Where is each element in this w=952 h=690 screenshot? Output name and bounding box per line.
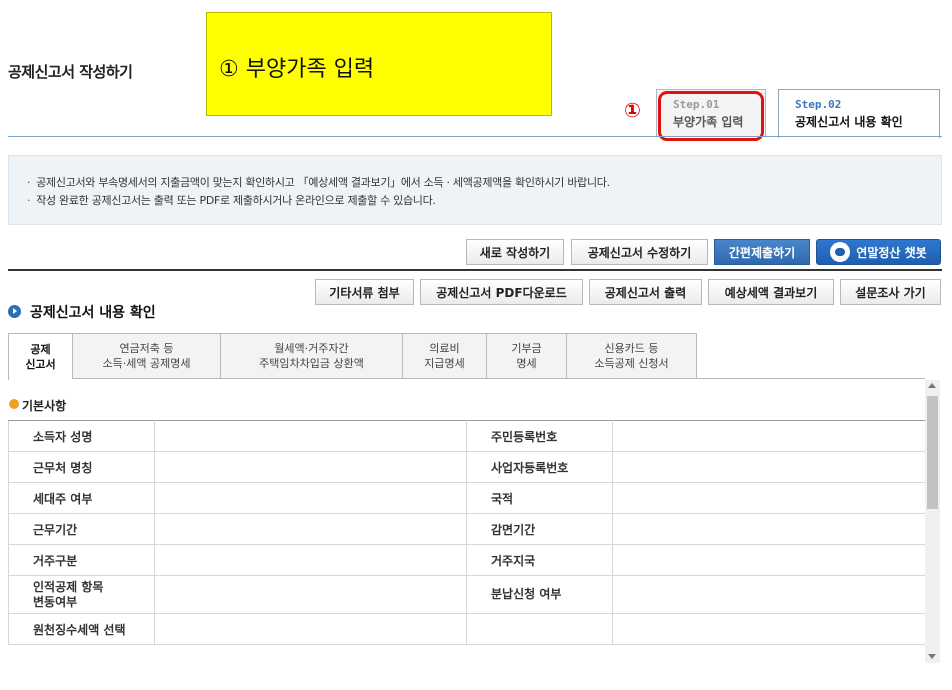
- tab-label: 소득·세액 공제명세: [102, 357, 191, 370]
- table-row: 세대주 여부 국적: [8, 482, 926, 514]
- tab-monthly-rent[interactable]: 월세액·거주자간주택임차차입금 상환액: [220, 333, 402, 379]
- field-value: [612, 451, 926, 483]
- scrollbar-thumb[interactable]: [927, 396, 938, 509]
- tab-label: 명세: [516, 357, 537, 370]
- annotation-number: ①: [624, 98, 641, 122]
- tab-donation[interactable]: 기부금명세: [486, 333, 566, 379]
- field-label: 감면기간: [466, 513, 613, 545]
- field-label: 원천징수세액 선택: [8, 613, 155, 645]
- tab-label: 월세액·거주자간: [274, 342, 349, 355]
- field-value: [154, 575, 467, 614]
- field-label-line: 변동여부: [33, 594, 78, 609]
- tab-label: 공제: [30, 343, 51, 356]
- step-label: 공제신고서 내용 확인: [795, 115, 903, 129]
- field-value: [612, 613, 926, 645]
- field-label: 인적공제 항목 변동여부: [8, 575, 155, 614]
- field-label: 근무기간: [8, 513, 155, 545]
- survey-button[interactable]: 설문조사 가기: [840, 279, 941, 305]
- field-label: 국적: [466, 482, 613, 514]
- tab-medical[interactable]: 의료비지급명세: [402, 333, 486, 379]
- pdf-download-button[interactable]: 공제신고서 PDF다운로드: [420, 279, 583, 305]
- field-value: [612, 544, 926, 576]
- field-value: [612, 420, 926, 452]
- step-number: Step.02: [795, 98, 842, 111]
- tab-label: 기부금: [511, 342, 542, 355]
- field-label: 소득자 성명: [8, 420, 155, 452]
- field-value: [154, 544, 467, 576]
- chatbot-label: 연말정산 챗봇: [856, 245, 927, 260]
- new-write-button[interactable]: 새로 작성하기: [466, 239, 564, 265]
- tab-label: 의료비: [429, 342, 460, 355]
- table-row: 근무처 명칭 사업자등록번호: [8, 451, 926, 483]
- notice-box: 공제신고서와 부속명세서의 지출금액이 맞는지 확인하시고 「예상세액 결과보기…: [8, 155, 942, 225]
- subsection-title: 기본사항: [22, 399, 67, 413]
- table-row: 인적공제 항목 변동여부 분납신청 여부: [8, 575, 926, 614]
- field-label: 거주구분: [8, 544, 155, 576]
- field-value: [154, 613, 467, 645]
- tabs-baseline: [697, 378, 925, 379]
- annotation-callout: ① 부양가족 입력: [206, 12, 552, 116]
- notice-line: 공제신고서와 부속명세서의 지출금액이 맞는지 확인하시고 「예상세액 결과보기…: [27, 174, 941, 192]
- scroll-down-arrow-icon[interactable]: [928, 654, 936, 659]
- table-row: 소득자 성명 주민등록번호: [8, 420, 926, 452]
- tab-label: 연금저축 등: [119, 342, 174, 355]
- notice-line: 작성 완료한 공제신고서는 출력 또는 PDF로 제출하시거나 온라인으로 제출…: [27, 192, 941, 210]
- field-label: 근무처 명칭: [8, 451, 155, 483]
- field-value: [612, 482, 926, 514]
- field-value: [154, 482, 467, 514]
- tab-credit-card[interactable]: 신용카드 등소득공제 신청서: [566, 333, 697, 379]
- section-title: 공제신고서 내용 확인: [30, 305, 156, 321]
- section-bullet-icon: [8, 305, 21, 318]
- page-title: 공제신고서 작성하기: [8, 63, 133, 81]
- field-label: 주민등록번호: [466, 420, 613, 452]
- field-value: [154, 513, 467, 545]
- tab-label: 지급명세: [424, 357, 465, 370]
- edit-form-button[interactable]: 공제신고서 수정하기: [571, 239, 708, 265]
- field-label: 분납신청 여부: [466, 575, 613, 614]
- simple-submit-button[interactable]: 간편제출하기: [714, 239, 810, 265]
- chatbot-icon: [830, 242, 851, 262]
- field-value: [612, 575, 926, 614]
- field-label: 거주지국: [466, 544, 613, 576]
- field-label: 사업자등록번호: [466, 451, 613, 483]
- tab-label: 신고서: [25, 358, 56, 371]
- field-value: [612, 513, 926, 545]
- print-button[interactable]: 공제신고서 출력: [589, 279, 702, 305]
- highlight-box: [658, 91, 764, 141]
- field-value: [154, 451, 467, 483]
- tab-label: 신용카드 등: [604, 342, 659, 355]
- basic-info-table: 소득자 성명 주민등록번호 근무처 명칭 사업자등록번호 세대주 여부 국적 근…: [8, 420, 926, 645]
- step-02-tab[interactable]: Step.02 공제신고서 내용 확인: [778, 89, 940, 138]
- estimate-result-button[interactable]: 예상세액 결과보기: [708, 279, 834, 305]
- chatbot-button[interactable]: 연말정산 챗봇: [816, 239, 941, 265]
- tab-label: 소득공제 신청서: [594, 357, 669, 370]
- tab-label: 주택임차차입금 상환액: [259, 357, 364, 370]
- field-label: 세대주 여부: [8, 482, 155, 514]
- scroll-up-arrow-icon[interactable]: [928, 383, 936, 388]
- tab-pension-savings[interactable]: 연금저축 등소득·세액 공제명세: [72, 333, 220, 379]
- header-divider: [8, 136, 942, 137]
- attach-documents-button[interactable]: 기타서류 첨부: [315, 279, 414, 305]
- tab-deduction-form[interactable]: 공제신고서: [8, 333, 72, 380]
- field-label-line: 인적공제 항목: [33, 579, 104, 594]
- table-row: 근무기간 감면기간: [8, 513, 926, 545]
- subsection-bullet-icon: [9, 399, 19, 409]
- field-value: [466, 613, 613, 645]
- callout-text: ① 부양가족 입력: [219, 57, 375, 82]
- field-value: [154, 420, 467, 452]
- toolbar-divider: [8, 269, 942, 271]
- table-row: 거주구분 거주지국: [8, 544, 926, 576]
- table-row: 원천징수세액 선택: [8, 613, 926, 645]
